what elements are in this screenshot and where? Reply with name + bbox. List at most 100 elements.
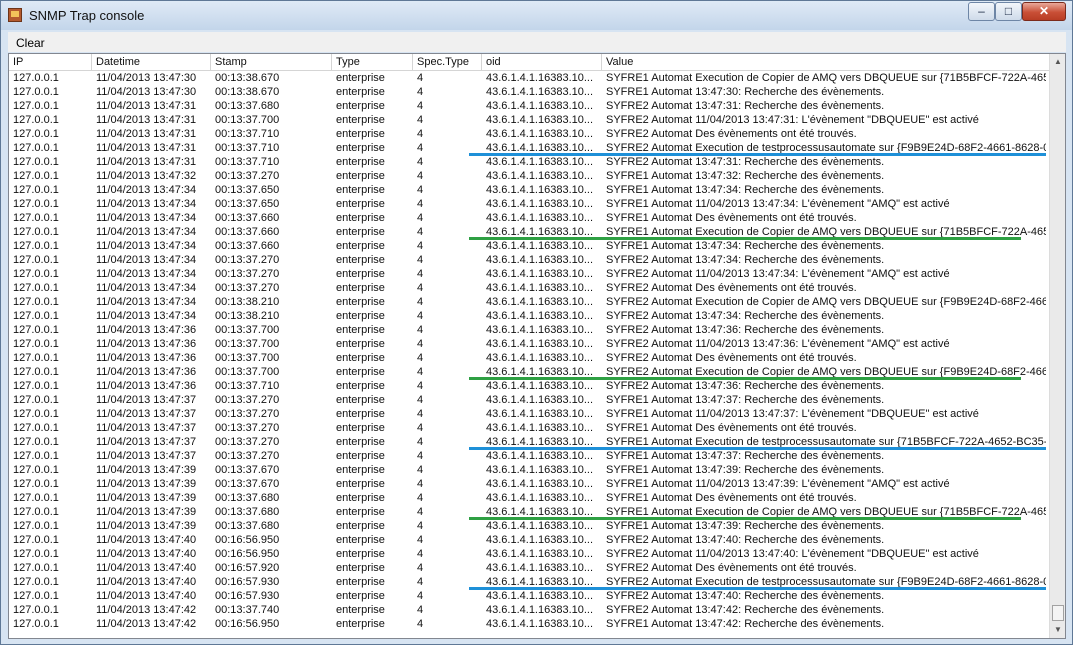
type-cell: enterprise: [336, 534, 385, 546]
table-row[interactable]: 127.0.0.1 11/04/2013 13:47:40 00:16:57.920…: [9, 561, 1049, 575]
datetime-cell: 11/04/2013 13:47:31: [96, 142, 197, 154]
datetime-cell: 11/04/2013 13:47:40: [96, 562, 197, 574]
type-cell: enterprise: [336, 492, 385, 504]
table-row[interactable]: 127.0.0.1 11/04/2013 13:47:39 00:13:37.670…: [9, 477, 1049, 491]
type-cell: enterprise: [336, 268, 385, 280]
table-row[interactable]: 127.0.0.1 11/04/2013 13:47:30 00:13:38.670…: [9, 85, 1049, 99]
type-cell: enterprise: [336, 296, 385, 308]
spec-type-cell: 4: [417, 562, 424, 574]
table-row[interactable]: 127.0.0.1 11/04/2013 13:47:39 00:13:37.680…: [9, 491, 1049, 505]
table-row[interactable]: 127.0.0.1 11/04/2013 13:47:31 00:13:37.710…: [9, 127, 1049, 141]
oid-cell: 43.6.1.4.1.16383.10...: [486, 72, 594, 84]
table-row[interactable]: 127.0.0.1 11/04/2013 13:47:37 00:13:37.270…: [9, 421, 1049, 435]
ip-cell: 127.0.0.1: [13, 254, 59, 266]
table-row[interactable]: 127.0.0.1 11/04/2013 13:47:36 00:13:37.700…: [9, 351, 1049, 365]
column-header-oid[interactable]: oid: [482, 54, 602, 70]
ip-cell: 127.0.0.1: [13, 268, 59, 280]
column-header-ip[interactable]: IP: [9, 54, 92, 70]
datetime-cell: 11/04/2013 13:47:36: [96, 366, 197, 378]
table-row[interactable]: 127.0.0.1 11/04/2013 13:47:34 00:13:37.660…: [9, 239, 1049, 253]
value-cell: SYFRE1 Automat 13:47:32: Recherche des é…: [606, 170, 885, 182]
ip-cell: 127.0.0.1: [13, 548, 59, 560]
spec-type-cell: 4: [417, 212, 424, 224]
table-row[interactable]: 127.0.0.1 11/04/2013 13:47:30 00:13:38.670…: [9, 71, 1049, 85]
type-cell: enterprise: [336, 338, 385, 350]
table-row[interactable]: 127.0.0.1 11/04/2013 13:47:34 00:13:37.270…: [9, 281, 1049, 295]
close-button[interactable]: ✕: [1022, 2, 1066, 21]
table-row[interactable]: 127.0.0.1 11/04/2013 13:47:34 00:13:37.270…: [9, 267, 1049, 281]
table-row[interactable]: 127.0.0.1 11/04/2013 13:47:39 00:13:37.680…: [9, 519, 1049, 533]
value-cell: SYFRE2 Automat 13:47:31: Recherche des é…: [606, 156, 885, 168]
scroll-up-icon[interactable]: ▲: [1052, 55, 1064, 69]
table-row[interactable]: 127.0.0.1 11/04/2013 13:47:34 00:13:37.650…: [9, 197, 1049, 211]
oid-cell: 43.6.1.4.1.16383.10...: [486, 492, 594, 504]
trap-list[interactable]: IP Datetime Stamp Type Spec.Type oid Val…: [8, 53, 1066, 639]
minimize-button[interactable]: –: [968, 2, 995, 21]
table-row[interactable]: 127.0.0.1 11/04/2013 13:47:40 00:16:56.950…: [9, 547, 1049, 561]
ip-cell: 127.0.0.1: [13, 408, 59, 420]
value-cell: SYFRE1 Automat 11/04/2013 13:47:37: L'év…: [606, 408, 979, 420]
datetime-cell: 11/04/2013 13:47:31: [96, 114, 197, 126]
table-row[interactable]: 127.0.0.1 11/04/2013 13:47:37 00:13:37.270…: [9, 393, 1049, 407]
oid-cell: 43.6.1.4.1.16383.10...: [486, 114, 594, 126]
oid-cell: 43.6.1.4.1.16383.10...: [486, 212, 594, 224]
table-row[interactable]: 127.0.0.1 11/04/2013 13:47:42 00:16:56.950…: [9, 617, 1049, 631]
ip-cell: 127.0.0.1: [13, 324, 59, 336]
clear-menu-item[interactable]: Clear: [16, 36, 45, 50]
oid-cell: 43.6.1.4.1.16383.10...: [486, 156, 594, 168]
table-row[interactable]: 127.0.0.1 11/04/2013 13:47:34 00:13:37.660…: [9, 211, 1049, 225]
menu-bar: Clear: [8, 32, 1066, 52]
spec-type-cell: 4: [417, 366, 424, 378]
ip-cell: 127.0.0.1: [13, 464, 59, 476]
scroll-down-icon[interactable]: ▼: [1052, 623, 1064, 637]
stamp-cell: 00:13:37.700: [215, 338, 280, 350]
value-cell: SYFRE2 Automat 11/04/2013 13:47:40: L'év…: [606, 548, 979, 560]
oid-cell: 43.6.1.4.1.16383.10...: [486, 268, 594, 280]
oid-cell: 43.6.1.4.1.16383.10...: [486, 282, 594, 294]
table-row[interactable]: 127.0.0.1 11/04/2013 13:47:37 00:13:37.270…: [9, 449, 1049, 463]
value-cell: SYFRE2 Automat 11/04/2013 13:47:34: L'év…: [606, 268, 950, 280]
value-cell: SYFRE1 Automat 13:47:37: Recherche des é…: [606, 394, 885, 406]
column-header-datetime[interactable]: Datetime: [92, 54, 211, 70]
value-cell: SYFRE2 Automat 13:47:31: Recherche des é…: [606, 100, 885, 112]
app-icon: [8, 8, 22, 22]
table-row[interactable]: 127.0.0.1 11/04/2013 13:47:31 00:13:37.710…: [9, 155, 1049, 169]
table-row[interactable]: 127.0.0.1 11/04/2013 13:47:34 00:13:38.210…: [9, 309, 1049, 323]
type-cell: enterprise: [336, 282, 385, 294]
table-row[interactable]: 127.0.0.1 11/04/2013 13:47:37 00:13:37.270…: [9, 407, 1049, 421]
value-cell: SYFRE1 Automat 13:47:30: Recherche des é…: [606, 86, 885, 98]
spec-type-cell: 4: [417, 170, 424, 182]
oid-cell: 43.6.1.4.1.16383.10...: [486, 296, 594, 308]
ip-cell: 127.0.0.1: [13, 296, 59, 308]
column-header-type[interactable]: Type: [332, 54, 413, 70]
column-header-value[interactable]: Value: [602, 54, 1049, 70]
value-cell: SYFRE1 Automat 13:47:34: Recherche des é…: [606, 240, 885, 252]
maximize-button[interactable]: □: [995, 2, 1022, 21]
table-row[interactable]: 127.0.0.1 11/04/2013 13:47:40 00:16:56.950…: [9, 533, 1049, 547]
oid-cell: 43.6.1.4.1.16383.10...: [486, 464, 594, 476]
stamp-cell: 00:13:37.700: [215, 324, 280, 336]
title-bar[interactable]: SNMP Trap console – □ ✕: [1, 1, 1072, 30]
table-row[interactable]: 127.0.0.1 11/04/2013 13:47:39 00:13:37.670…: [9, 463, 1049, 477]
table-row[interactable]: 127.0.0.1 11/04/2013 13:47:34 00:13:37.270…: [9, 253, 1049, 267]
scroll-thumb[interactable]: [1052, 605, 1064, 621]
table-row[interactable]: 127.0.0.1 11/04/2013 13:47:31 00:13:37.680…: [9, 99, 1049, 113]
table-row[interactable]: 127.0.0.1 11/04/2013 13:47:31 00:13:37.700…: [9, 113, 1049, 127]
value-cell: SYFRE1 Automat 11/04/2013 13:47:39: L'év…: [606, 478, 950, 490]
table-row[interactable]: 127.0.0.1 11/04/2013 13:47:32 00:13:37.270…: [9, 169, 1049, 183]
table-row[interactable]: 127.0.0.1 11/04/2013 13:47:34 00:13:38.210…: [9, 295, 1049, 309]
column-header-spec-type[interactable]: Spec.Type: [413, 54, 482, 70]
table-row[interactable]: 127.0.0.1 11/04/2013 13:47:42 00:13:37.740…: [9, 603, 1049, 617]
table-row[interactable]: 127.0.0.1 11/04/2013 13:47:34 00:13:37.650…: [9, 183, 1049, 197]
table-row[interactable]: 127.0.0.1 11/04/2013 13:47:40 00:16:57.930…: [9, 589, 1049, 603]
column-header-stamp[interactable]: Stamp: [211, 54, 332, 70]
table-row[interactable]: 127.0.0.1 11/04/2013 13:47:36 00:13:37.710…: [9, 379, 1049, 393]
ip-cell: 127.0.0.1: [13, 576, 59, 588]
table-row[interactable]: 127.0.0.1 11/04/2013 13:47:36 00:13:37.700…: [9, 337, 1049, 351]
value-cell: SYFRE2 Automat Des évènements ont été tr…: [606, 282, 857, 294]
value-cell: SYFRE2 Automat 13:47:36: Recherche des é…: [606, 380, 885, 392]
table-row[interactable]: 127.0.0.1 11/04/2013 13:47:36 00:13:37.700…: [9, 323, 1049, 337]
datetime-cell: 11/04/2013 13:47:34: [96, 198, 197, 210]
vertical-scrollbar[interactable]: ▲ ▼: [1049, 54, 1065, 638]
close-icon: ✕: [1038, 4, 1050, 18]
